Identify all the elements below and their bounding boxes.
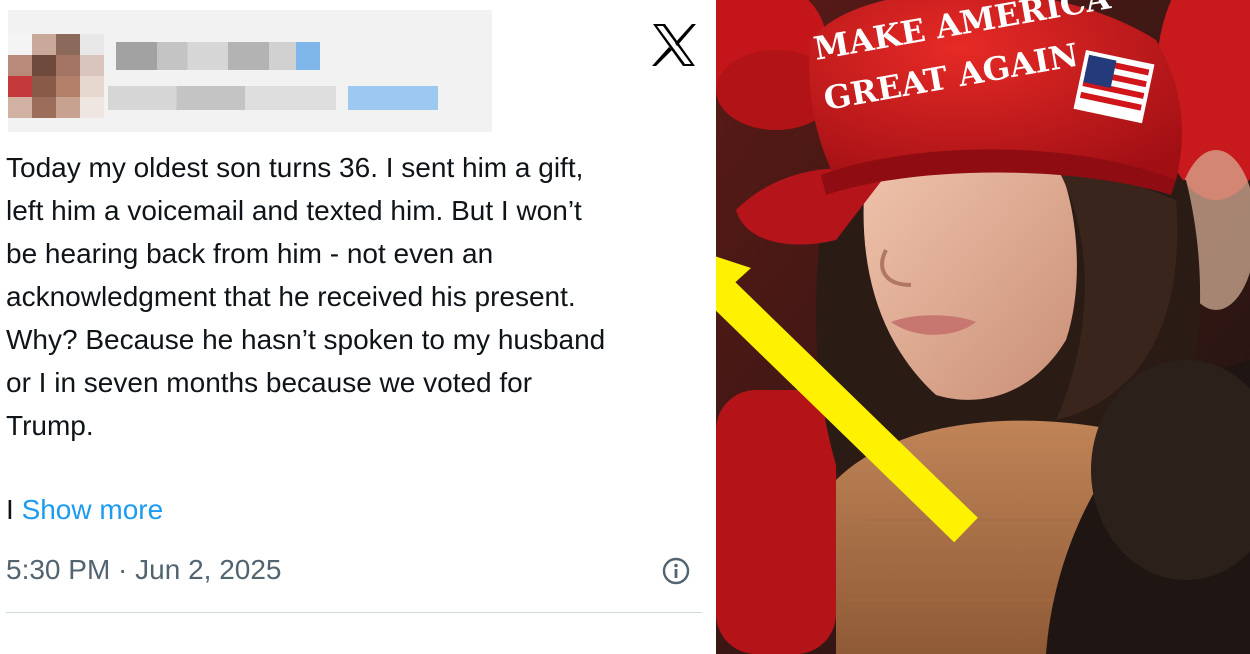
divider [6,612,702,613]
photo-illustration: MAKE AMERICA GREAT AGAIN [716,0,1250,654]
follow-link-blurred[interactable] [348,86,438,110]
rally-photo: MAKE AMERICA GREAT AGAIN [716,0,1250,654]
avatar[interactable] [8,34,104,118]
show-more-link[interactable]: Show more [22,494,164,525]
info-icon[interactable] [660,555,692,587]
tweet-card: Today my oldest son turns 36. I sent him… [0,0,712,654]
author-handle-blurred[interactable] [108,86,336,110]
tweet-continuation: I Show more [6,490,163,530]
tweet-continuation-text: I [6,494,22,525]
verified-badge-blurred [296,42,320,70]
tweet-header-blurred [8,10,492,132]
author-name-blurred[interactable] [116,42,320,70]
x-logo-icon[interactable] [650,22,698,68]
tweet-text: Today my oldest son turns 36. I sent him… [6,152,606,441]
tweet-timestamp[interactable]: 5:30 PM · Jun 2, 2025 [6,550,282,590]
